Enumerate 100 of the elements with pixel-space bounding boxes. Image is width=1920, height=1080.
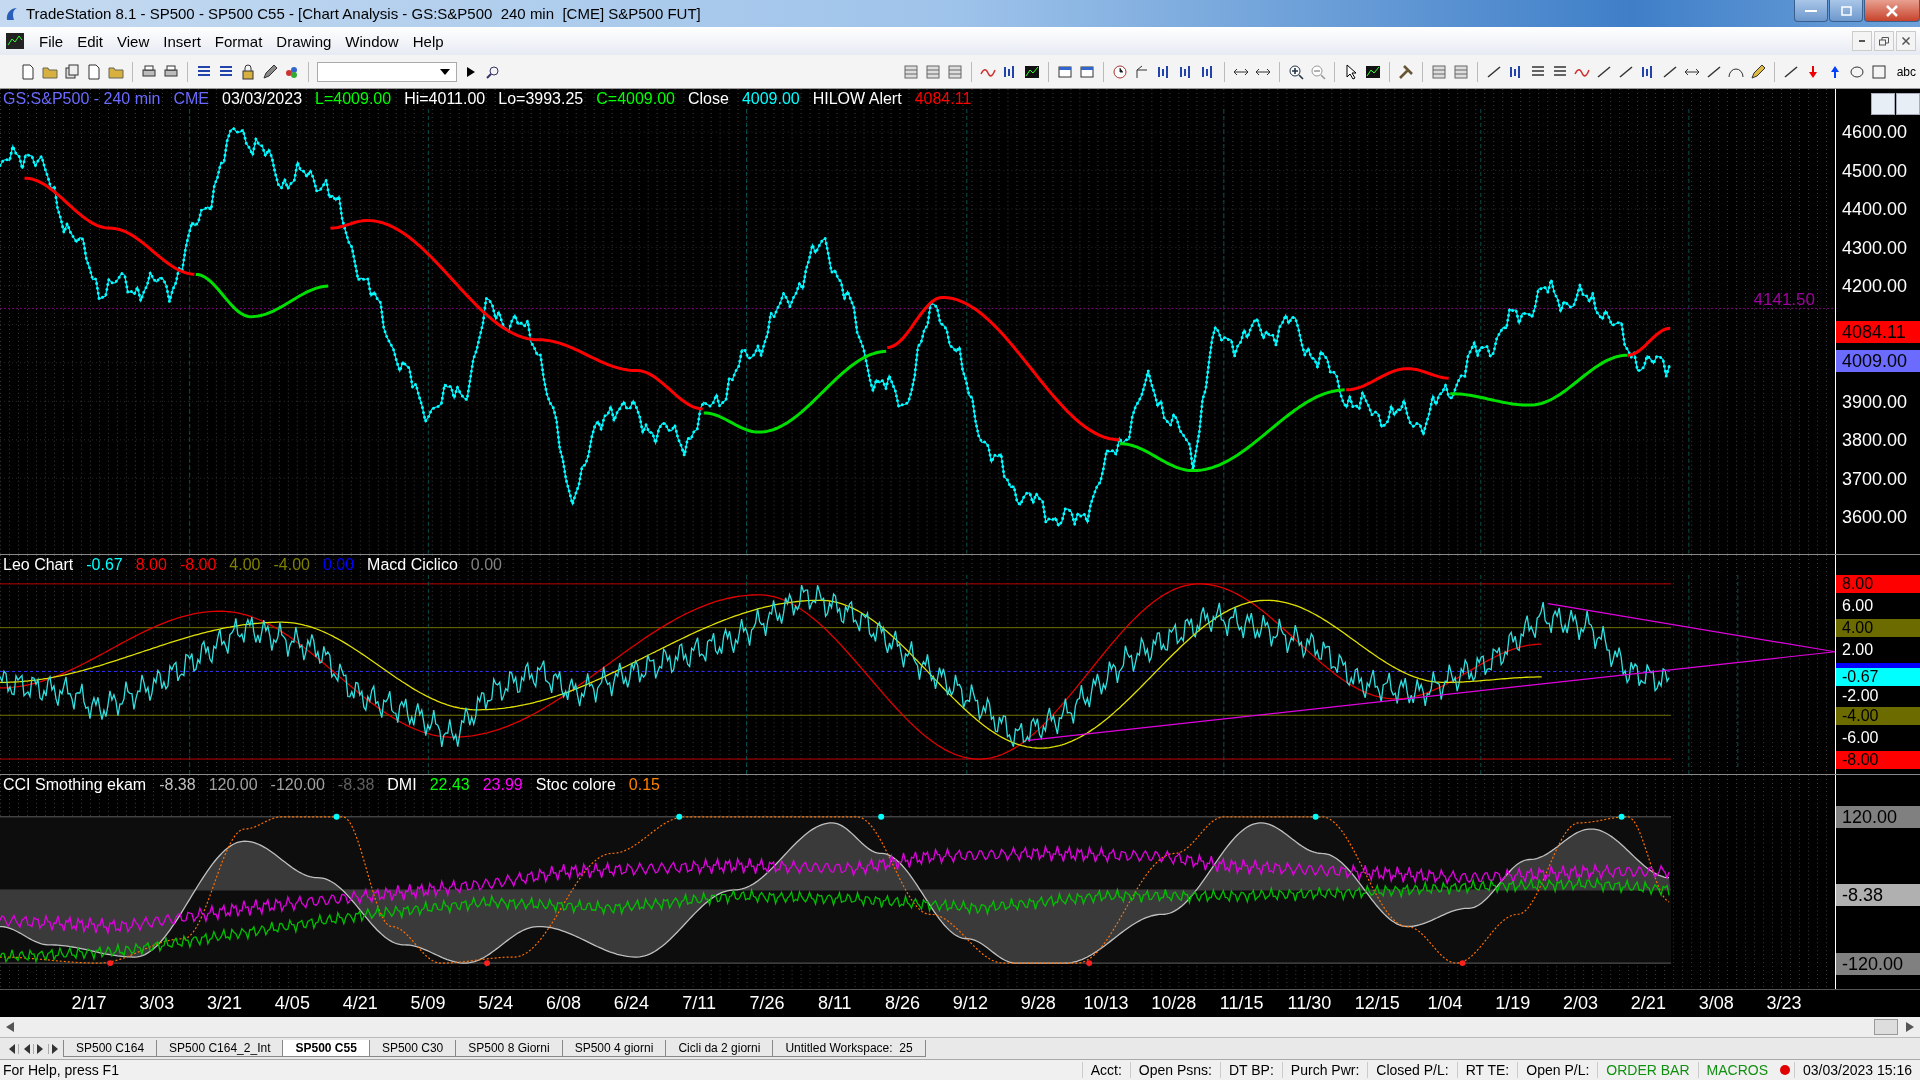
clock-icon[interactable] [1111, 63, 1128, 80]
scrollbar-thumb[interactable] [1874, 1019, 1898, 1036]
date-label: 8/26 [884, 992, 922, 1014]
chart-header-value: 23.99 [482, 775, 523, 794]
printer-icon[interactable] [163, 63, 179, 80]
chart-header-value: 0.00 [322, 555, 355, 574]
connection-status-icon [1780, 1065, 1790, 1076]
chart-icon[interactable] [1364, 63, 1381, 80]
chart-header-value: 4084.11 [914, 90, 972, 109]
grid-icon[interactable] [1430, 63, 1447, 80]
signal-dot [484, 960, 491, 967]
date-label: 2/21 [1629, 992, 1667, 1014]
grid-icon[interactable] [924, 63, 941, 80]
signal-dot [1086, 960, 1093, 967]
menu-item[interactable]: Help [405, 30, 451, 52]
close-icon [1886, 4, 1898, 17]
status-datetime: 03/03/2023 15:16 [1794, 1062, 1920, 1079]
stack-icon[interactable] [64, 63, 80, 80]
date-label: 4/21 [341, 992, 379, 1014]
zoom-in-icon[interactable] [1287, 63, 1304, 80]
menu-item[interactable]: Format [207, 30, 270, 52]
search-icon[interactable] [485, 63, 501, 80]
menu-item[interactable]: Drawing [269, 30, 339, 52]
workspace-tab[interactable]: SP500 C164_2_Int [156, 1040, 284, 1058]
status-field: Purch Pwr: [1281, 1062, 1368, 1079]
chart-header-value: -8.00 [179, 555, 217, 574]
date-label: 9/28 [1019, 992, 1057, 1014]
order-bar-label[interactable]: ORDER BAR [1597, 1062, 1698, 1079]
menu-item[interactable]: Window [338, 30, 406, 52]
page-icon[interactable] [86, 63, 102, 80]
fork-icon[interactable] [1133, 63, 1150, 80]
grid-icon[interactable] [1452, 63, 1469, 80]
play-icon[interactable] [467, 66, 475, 77]
chart-header-value: 4009.00 [741, 90, 800, 109]
signal-dot [107, 960, 114, 967]
chart-header-value: Lo=3993.25 [498, 90, 584, 109]
workspace-tab[interactable]: SP500 C55 [282, 1040, 370, 1058]
date-label: 5/24 [477, 992, 515, 1014]
dropdown-arrow-icon [440, 68, 450, 75]
status-field: Closed P/L: [1367, 1062, 1457, 1079]
date-label: 3/23 [1765, 992, 1803, 1014]
workspace-tab[interactable]: SP500 8 Giorni [455, 1040, 563, 1058]
workspace-tab[interactable]: SP500 C164 [63, 1040, 158, 1058]
maximize-button[interactable] [1829, 0, 1863, 22]
axis-label: -2.00 [1841, 685, 1879, 706]
date-label: 3/08 [1697, 992, 1735, 1014]
scroll-right-icon[interactable] [1906, 1022, 1914, 1033]
workspace-tab[interactable]: Untitled Workspace: 25 [772, 1040, 926, 1058]
line-icon[interactable] [1661, 63, 1678, 80]
rect-icon[interactable] [1870, 63, 1887, 80]
pencil-icon[interactable] [1749, 63, 1766, 80]
tab-scroll-icon[interactable] [34, 1043, 49, 1054]
line-icon[interactable] [1705, 63, 1722, 80]
chart-header-value: HILOW Alert [812, 90, 902, 109]
scroll-left-icon[interactable] [6, 1022, 14, 1033]
date-label: 1/19 [1494, 992, 1532, 1014]
date-label: 8/11 [816, 992, 853, 1014]
line-icon[interactable] [1782, 63, 1799, 80]
line-icon[interactable] [1485, 63, 1502, 80]
close-icon [1902, 37, 1910, 46]
axis-label: 4500.00 [1841, 159, 1908, 182]
restore-icon [1879, 36, 1889, 46]
pencil-icon[interactable] [262, 63, 278, 80]
menu-item[interactable]: File [32, 30, 71, 52]
date-label: 6/24 [612, 992, 650, 1014]
printer-icon[interactable] [141, 63, 157, 80]
window-icon[interactable] [1056, 63, 1073, 80]
chart-icon[interactable] [1023, 63, 1040, 80]
menu-item[interactable]: Insert [156, 30, 208, 52]
line-icon[interactable] [1617, 63, 1634, 80]
axis-label: 4200.00 [1841, 275, 1908, 298]
chart-header-value: Close [687, 90, 729, 109]
text-tool-button[interactable]: abc [1892, 64, 1920, 79]
window-icon[interactable] [1078, 63, 1095, 80]
macros-label[interactable]: MACROS [1697, 1062, 1776, 1079]
cci-marker: 120.00 [1836, 805, 1920, 828]
chart-header-value: C=4009.00 [596, 90, 675, 109]
grid-icon[interactable] [902, 63, 919, 80]
line-icon[interactable] [1595, 63, 1612, 80]
menu-item[interactable]: Edit [70, 30, 111, 52]
date-label: 11/30 [1286, 992, 1333, 1014]
tools-icon[interactable] [1397, 63, 1414, 80]
axis-label: 6.00 [1841, 595, 1874, 616]
price-marker: 4084.11 [1836, 321, 1920, 344]
lock-icon[interactable] [240, 63, 256, 80]
workspace-tab[interactable]: SP500 4 giorni [561, 1040, 667, 1058]
workspace-tab[interactable]: SP500 C30 [368, 1040, 457, 1058]
page-icon[interactable] [20, 63, 36, 80]
chart-header-value: Macd Ciclico [367, 555, 458, 574]
menu-item[interactable]: View [110, 30, 157, 52]
axis-label: 3600.00 [1841, 506, 1908, 529]
axis-label: 2.00 [1841, 639, 1874, 660]
date-label: 10/13 [1082, 992, 1130, 1014]
close-button[interactable] [1864, 0, 1920, 22]
signal-dot [333, 813, 340, 820]
grid-icon[interactable] [946, 63, 963, 80]
ellipse-icon[interactable] [1848, 63, 1865, 80]
chart-header-value: CME [173, 90, 209, 109]
signal-dot [676, 813, 683, 820]
workspace-tab[interactable]: Cicli da 2 giorni [665, 1040, 774, 1058]
